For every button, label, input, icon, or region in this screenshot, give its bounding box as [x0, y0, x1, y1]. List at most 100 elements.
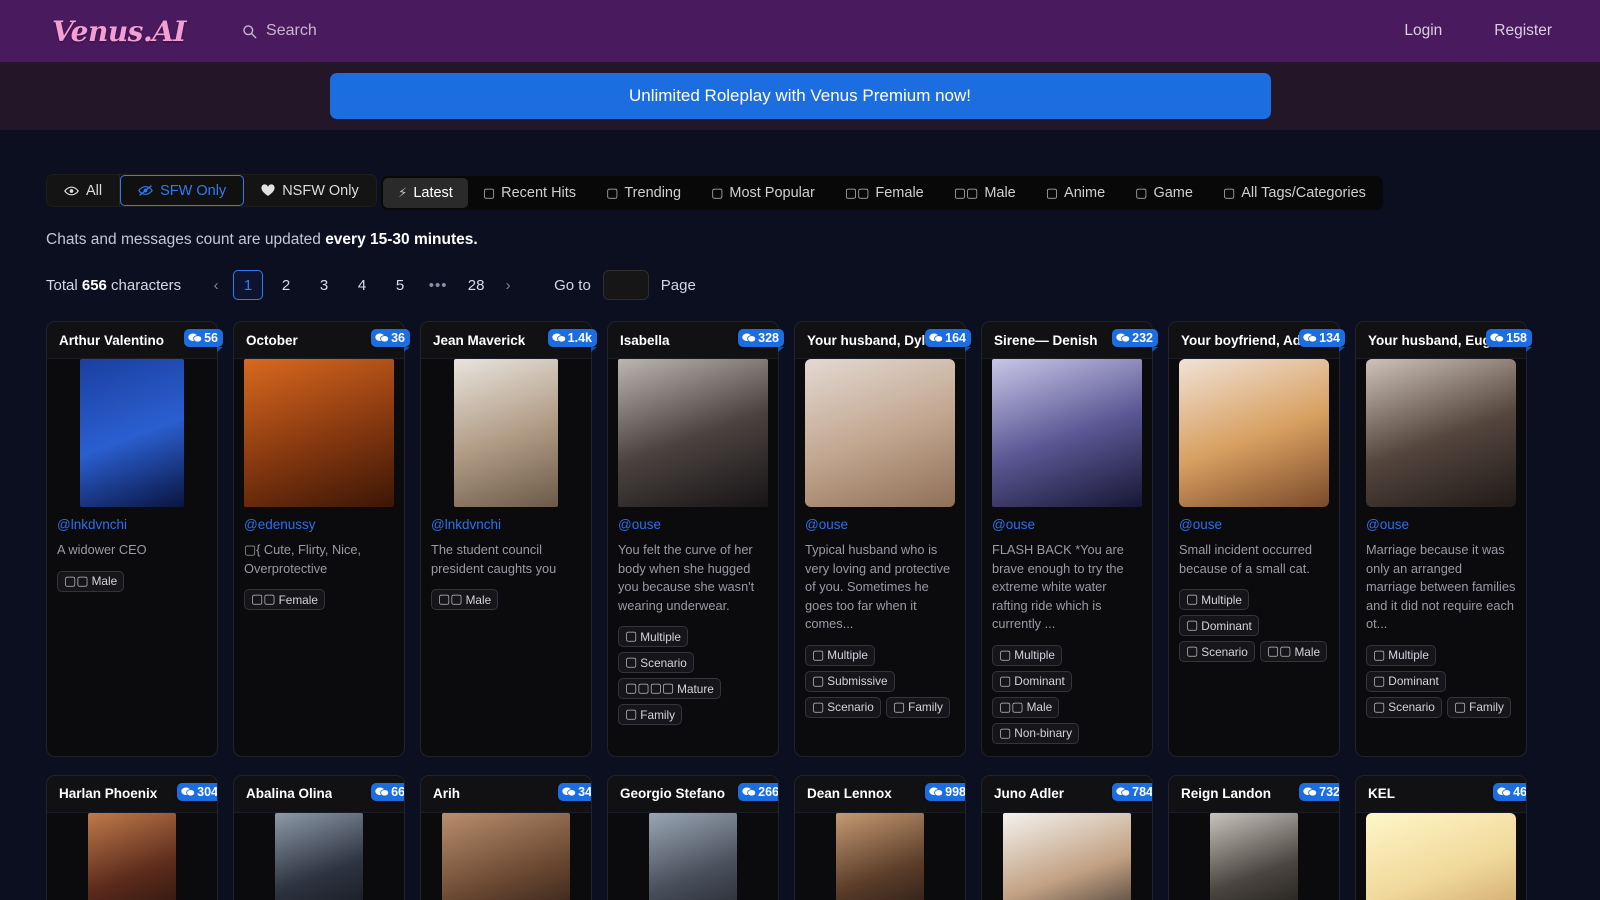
promo-banner-area: Unlimited Roleplay with Venus Premium no… — [0, 62, 1600, 130]
page-button-4[interactable]: 4 — [347, 270, 377, 300]
card-tag-list: ▢ Multiple ▢ Dominant ▢▢ Male ▢ Non-binary — [992, 644, 1142, 744]
card-tag[interactable]: ▢ Non-binary — [992, 722, 1079, 744]
card-tag[interactable]: ▢ Multiple — [618, 626, 688, 648]
register-link[interactable]: Register — [1494, 22, 1552, 40]
tag-label: Male — [1294, 644, 1321, 659]
filter-all-label: All — [86, 182, 103, 199]
filter-nsfw-button[interactable]: NSFW Only — [244, 175, 376, 206]
login-link[interactable]: Login — [1404, 22, 1442, 40]
card-tag[interactable]: ▢▢ Male — [1259, 641, 1328, 663]
character-card[interactable]: Georgio Stefano 266 — [607, 774, 779, 900]
creator-handle-link[interactable]: @ouse — [1179, 517, 1329, 532]
creator-handle-link[interactable]: @lnkdvnchi — [57, 517, 207, 532]
character-name: Juno Adler — [994, 786, 1065, 802]
card-tag[interactable]: ▢ Dominant — [1179, 615, 1259, 637]
creator-handle-link[interactable]: @ouse — [618, 517, 768, 532]
card-tag[interactable]: ▢ Family — [885, 696, 950, 718]
tag-icon: ▢ — [812, 647, 825, 663]
card-tag[interactable]: ▢ Dominant — [1366, 670, 1446, 692]
card-tag[interactable]: ▢ Dominant — [992, 670, 1072, 692]
card-tag[interactable]: ▢ Multiple — [992, 644, 1062, 666]
tag-icon: ▢ — [1373, 647, 1386, 663]
character-card[interactable]: Isabella 328 @ouse You felt the curve of he… — [607, 321, 784, 757]
tab-all-tags[interactable]: ▢ All Tags/Categories — [1208, 178, 1381, 208]
card-tag[interactable]: ▢ Scenario — [805, 696, 881, 718]
card-tag[interactable]: ▢ Family — [1446, 696, 1511, 718]
prev-page-button[interactable]: ‹ — [203, 270, 229, 300]
character-card[interactable]: Reign Landon 732 — [1168, 774, 1340, 900]
filter-all-button[interactable]: All — [47, 175, 121, 206]
chat-count-badge: 732 — [1299, 782, 1339, 806]
card-tag[interactable]: ▢ Family — [618, 704, 683, 726]
creator-handle-link[interactable]: @lnkdvnchi — [431, 517, 581, 532]
chat-count-badge: 158 — [1486, 329, 1532, 352]
chat-count-value: 46 — [1513, 784, 1527, 799]
filter-sfw-label: SFW Only — [160, 182, 227, 199]
card-tag[interactable]: ▢▢ Male — [57, 570, 125, 592]
card-tag[interactable]: ▢ Scenario — [1179, 641, 1255, 663]
character-card[interactable]: KEL 46 — [1355, 774, 1527, 900]
character-card[interactable]: Your boyfriend, Adit. 134 @ouse Small incid… — [1168, 321, 1345, 757]
card-tag[interactable]: ▢ Multiple — [805, 644, 875, 666]
chat-bubbles-icon — [1116, 786, 1131, 798]
page-ellipsis: ••• — [428, 276, 448, 294]
creator-handle-link[interactable]: @ouse — [992, 517, 1142, 532]
card-tag[interactable]: ▢ Submissive — [805, 670, 895, 692]
character-card[interactable]: Jean Maverick 1.4k @lnkdvnchi The student c… — [420, 321, 598, 757]
page-button-5[interactable]: 5 — [385, 270, 415, 300]
card-tag[interactable]: ▢▢ Male — [992, 696, 1060, 718]
creator-handle-link[interactable]: @edenussy — [244, 517, 394, 532]
page-button-1[interactable]: 1 — [233, 270, 264, 300]
next-page-button[interactable]: › — [495, 270, 521, 300]
filter-sfw-button[interactable]: SFW Only — [120, 175, 245, 206]
tab-anime[interactable]: ▢ Anime — [1031, 178, 1120, 208]
tab-game[interactable]: ▢ Game — [1120, 178, 1208, 208]
search-input[interactable]: Search — [242, 22, 317, 40]
page-button-2[interactable]: 2 — [271, 270, 301, 300]
character-card[interactable]: Arthur Valentino 56 @lnkdvnchi A widower CE… — [46, 321, 223, 757]
page-button-28[interactable]: 28 — [461, 270, 491, 300]
card-image-wrapper — [618, 359, 768, 507]
tab-most-popular[interactable]: ▢ Most Popular — [696, 178, 830, 208]
character-card[interactable]: Harlan Phoenix 304 — [46, 774, 218, 900]
creator-handle-link[interactable]: @ouse — [805, 517, 955, 532]
tag-icon: ▢ — [625, 707, 638, 723]
character-card[interactable]: Abalina Olina 66 — [233, 774, 405, 900]
character-card[interactable]: Your husband, Dylan 164 @ouse Typical husba… — [794, 321, 971, 757]
card-tag[interactable]: ▢▢ Male — [431, 589, 499, 611]
page-button-3[interactable]: 3 — [309, 270, 339, 300]
card-header: Reign Landon 732 — [1169, 775, 1339, 813]
character-name: October — [246, 332, 298, 348]
creator-handle-link[interactable]: @ouse — [1366, 517, 1516, 532]
character-avatar-image — [992, 359, 1142, 507]
character-card[interactable]: October 36 @edenussy ▢{ Cute, Flirty, Nice,… — [233, 321, 410, 757]
card-tag[interactable]: ▢▢ Female — [244, 589, 325, 611]
character-name: Arthur Valentino — [59, 332, 165, 348]
tab-male[interactable]: ▢▢ Male — [939, 178, 1031, 208]
heart-icon — [261, 184, 275, 197]
tab-trending[interactable]: ▢ Trending — [591, 178, 696, 208]
card-image-wrapper — [244, 812, 394, 900]
card-tag[interactable]: ▢ Multiple — [1179, 589, 1249, 611]
main-content: All SFW Only NSFW Only ⚡ Latest ▢ Recent… — [0, 130, 1600, 900]
goto-page-input[interactable] — [602, 270, 649, 300]
card-tag[interactable]: ▢▢▢▢ Mature — [618, 678, 721, 700]
card-header: Arih 34 — [421, 775, 591, 813]
card-image-wrapper — [431, 359, 581, 507]
tab-female[interactable]: ▢▢ Female — [830, 178, 939, 208]
character-card[interactable]: Your husband, Eugene 158 @ouse Marriage bec… — [1355, 321, 1532, 757]
card-tag[interactable]: ▢ Multiple — [1366, 644, 1436, 666]
card-tag[interactable]: ▢ Scenario — [1366, 696, 1442, 718]
character-name: Arih — [433, 786, 460, 802]
character-card[interactable]: Sirene— Denish 232 @ouse FLASH BACK *You ar… — [981, 321, 1158, 757]
tab-latest[interactable]: ⚡ Latest — [383, 178, 468, 208]
premium-promo-banner[interactable]: Unlimited Roleplay with Venus Premium no… — [329, 73, 1271, 119]
card-header: October 36 — [234, 322, 410, 359]
character-grid-row-1: Arthur Valentino 56 @lnkdvnchi A widower CE… — [46, 321, 1554, 757]
card-tag[interactable]: ▢ Scenario — [618, 652, 694, 674]
character-card[interactable]: Juno Adler 784 — [981, 774, 1153, 900]
character-card[interactable]: Arih 34 — [420, 774, 592, 900]
character-card[interactable]: Dean Lennox 998 — [794, 774, 966, 900]
tab-recent-hits[interactable]: ▢ Recent Hits — [468, 178, 591, 208]
site-logo[interactable]: Venus.AI — [52, 15, 187, 48]
